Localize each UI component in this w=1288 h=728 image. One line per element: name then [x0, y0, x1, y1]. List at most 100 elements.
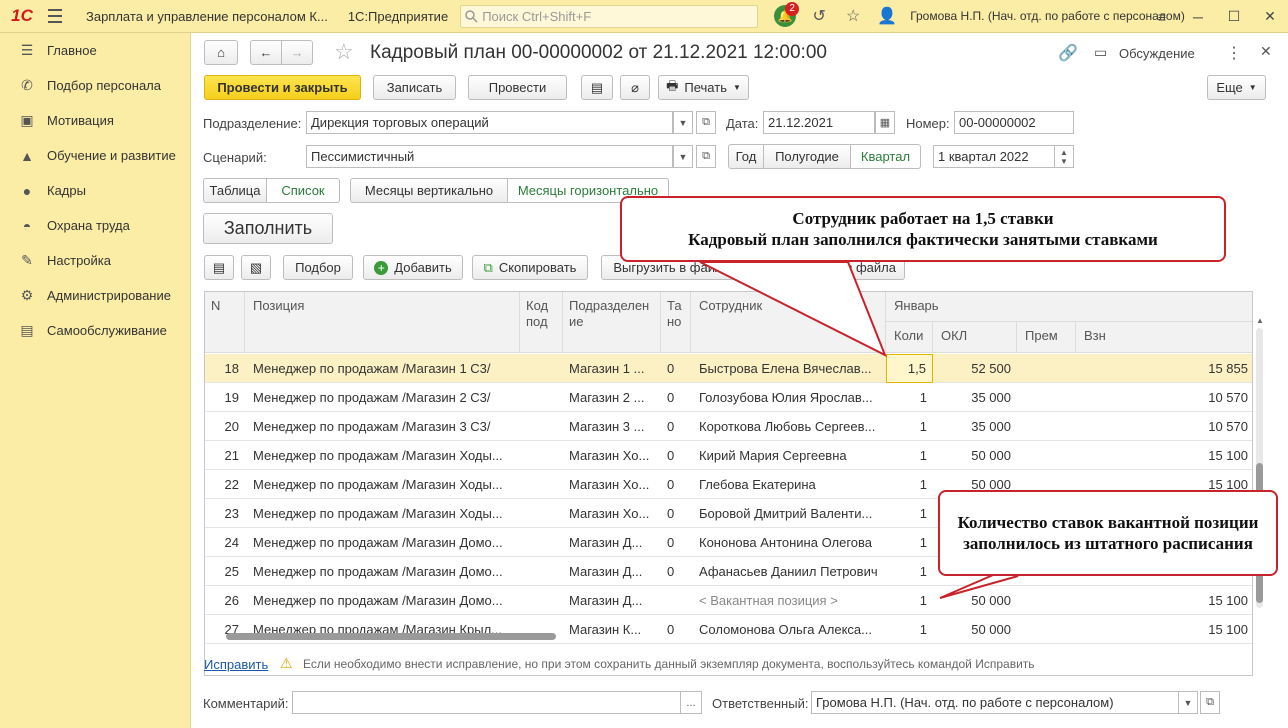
cell-division[interactable]: Магазин К...	[563, 615, 661, 644]
number-field[interactable]: 00-00000002	[954, 111, 1074, 134]
user-icon[interactable]: 👤	[870, 0, 904, 33]
back-button[interactable]: ←	[250, 40, 282, 65]
cell-n[interactable]: 21	[205, 441, 245, 470]
cell-ta[interactable]: 0	[661, 441, 691, 470]
cell-code[interactable]	[520, 470, 563, 499]
history-icon[interactable]: ↺	[802, 0, 836, 33]
maximize-icon[interactable]: ☐	[1216, 0, 1252, 33]
sidebar-item-settings[interactable]: ✎ Настройка	[0, 243, 190, 278]
scroll-up-icon[interactable]: ▲	[1256, 316, 1264, 328]
cell-qty[interactable]: 1	[886, 470, 933, 499]
fill-button[interactable]: Заполнить	[203, 213, 333, 244]
sidebar-item-motivation[interactable]: ▣ Мотивация	[0, 103, 190, 138]
cell-division[interactable]: Магазин 1 ...	[563, 354, 661, 383]
cell-ta[interactable]: 0	[661, 383, 691, 412]
star-icon[interactable]: ☆	[836, 0, 870, 33]
col-header-division[interactable]: Подразделен ие	[563, 292, 661, 353]
cell-employee[interactable]: Быстрова Елена Вячеслав...	[691, 354, 886, 383]
post-button[interactable]: Провести	[468, 75, 567, 100]
search-input[interactable]: Поиск Ctrl+Shift+F	[460, 4, 759, 28]
cell-qty[interactable]: 1	[886, 383, 933, 412]
col-header-okl[interactable]: ОКЛ	[933, 322, 1017, 353]
col-header-prem[interactable]: Прем	[1017, 322, 1076, 353]
cell-prem[interactable]	[1017, 383, 1076, 412]
cell-n[interactable]: 20	[205, 412, 245, 441]
comment-field[interactable]	[292, 691, 681, 714]
cell-ta[interactable]: 0	[661, 499, 691, 528]
cell-prem[interactable]	[1017, 412, 1076, 441]
col-header-ta[interactable]: Та но	[661, 292, 691, 353]
cell-employee[interactable]: Афанасьев Даниил Петрович	[691, 557, 886, 586]
cell-ta[interactable]: 0	[661, 354, 691, 383]
cell-vzn[interactable]: 15 100	[1076, 441, 1252, 470]
discussion-button[interactable]: Обсуждение	[1119, 46, 1195, 61]
home-button[interactable]: ⌂	[204, 40, 238, 65]
cell-employee[interactable]: Кирий Мария Сергеевна	[691, 441, 886, 470]
cell-qty[interactable]: 1	[886, 412, 933, 441]
table-row[interactable]: 26 Менеджер по продажам /Магазин Домо... М…	[205, 586, 1252, 615]
cell-vzn[interactable]: 10 570	[1076, 412, 1252, 441]
more-button[interactable]: Еще ▼	[1207, 75, 1266, 100]
open-icon[interactable]: ⧉	[696, 111, 716, 134]
period-half-button[interactable]: Полугодие	[763, 144, 851, 169]
cell-ta[interactable]	[661, 586, 691, 615]
open-icon[interactable]: ⧉	[696, 145, 716, 168]
cell-code[interactable]	[520, 412, 563, 441]
sidebar-item-recruiting[interactable]: ✆ Подбор персонала	[0, 68, 190, 103]
cell-employee[interactable]: Глебова Екатерина	[691, 470, 886, 499]
months-vertical-button[interactable]: Месяцы вертикально	[350, 178, 508, 203]
copy-button[interactable]: ⧉ Скопировать	[472, 255, 588, 280]
cell-vzn[interactable]: 15 100	[1076, 615, 1252, 644]
cell-qty[interactable]: 1	[886, 615, 933, 644]
cell-ta[interactable]: 0	[661, 470, 691, 499]
cell-n[interactable]: 23	[205, 499, 245, 528]
cell-n[interactable]: 25	[205, 557, 245, 586]
col-header-employee[interactable]: Сотрудник	[691, 292, 886, 353]
cell-position[interactable]: Менеджер по продажам /Магазин Домо...	[245, 586, 520, 615]
period-year-button[interactable]: Год	[728, 144, 764, 169]
col-header-position[interactable]: Позиция	[245, 292, 520, 353]
cell-okl[interactable]: 50 000	[933, 615, 1017, 644]
more-vertical-icon[interactable]: ⋮	[1226, 43, 1242, 63]
cell-code[interactable]	[520, 499, 563, 528]
close-form-icon[interactable]: ✕	[1260, 43, 1272, 60]
col-header-qty[interactable]: Коли	[886, 322, 933, 353]
sidebar-item-hr[interactable]: ● Кадры	[0, 173, 190, 208]
cell-employee[interactable]: Кононова Антонина Олегова	[691, 528, 886, 557]
ellipsis-icon[interactable]: ...	[680, 691, 702, 714]
table-row[interactable]: 20 Менеджер по продажам /Магазин 3 С3/Маг…	[205, 412, 1252, 441]
cell-qty[interactable]: 1	[886, 586, 933, 615]
cell-n[interactable]: 18	[205, 354, 245, 383]
sidebar-item-training[interactable]: ▲ Обучение и развитие	[0, 138, 190, 173]
cell-prem[interactable]	[1017, 615, 1076, 644]
cell-vzn[interactable]: 10 570	[1076, 383, 1252, 412]
document-icon[interactable]: ▤	[581, 75, 613, 100]
scenario-field[interactable]: Пессимистичный	[306, 145, 673, 168]
division-field[interactable]: Дирекция торговых операций	[306, 111, 673, 134]
period-stepper[interactable]: ▲ ▼	[1054, 145, 1074, 168]
cell-employee[interactable]: Голозубова Юлия Ярослав...	[691, 383, 886, 412]
calendar-icon[interactable]: ▦	[875, 111, 895, 134]
col-header-month[interactable]: Январь	[886, 292, 1252, 322]
responsible-field[interactable]: Громова Н.П. (Нач. отд. по работе с перс…	[811, 691, 1179, 714]
cell-code[interactable]	[520, 441, 563, 470]
cell-qty[interactable]: 1	[886, 528, 933, 557]
cell-division[interactable]: Магазин Д...	[563, 528, 661, 557]
cell-position[interactable]: Менеджер по продажам /Магазин 3 С3/	[245, 412, 520, 441]
cell-prem[interactable]	[1017, 354, 1076, 383]
select-button[interactable]: Подбор	[283, 255, 353, 280]
cell-position[interactable]: Менеджер по продажам /Магазин 2 С3/	[245, 383, 520, 412]
date-field[interactable]: 21.12.2021	[763, 111, 875, 134]
cell-code[interactable]	[520, 383, 563, 412]
cell-n[interactable]: 26	[205, 586, 245, 615]
cell-division[interactable]: Магазин 3 ...	[563, 412, 661, 441]
save-button[interactable]: Записать	[373, 75, 456, 100]
dropdown-icon[interactable]: ▼	[1178, 691, 1198, 714]
cell-okl[interactable]: 50 000	[933, 441, 1017, 470]
cell-okl[interactable]: 35 000	[933, 383, 1017, 412]
col-header-code[interactable]: Код под	[520, 292, 563, 353]
view-table-button[interactable]: Таблица	[203, 178, 267, 203]
cell-n[interactable]: 24	[205, 528, 245, 557]
cell-qty[interactable]: 1	[886, 557, 933, 586]
cell-division[interactable]: Магазин Хо...	[563, 499, 661, 528]
